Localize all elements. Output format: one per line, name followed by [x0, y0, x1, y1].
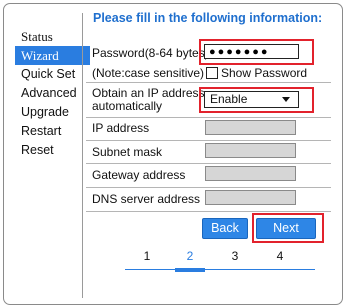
- pager-active-indicator: [175, 268, 205, 272]
- dhcp-label-line1: Obtain an IP address: [92, 86, 205, 100]
- show-password-label: Show Password: [221, 66, 308, 80]
- sidebar-item-wizard[interactable]: Wizard: [15, 46, 90, 65]
- next-button[interactable]: Next: [256, 218, 316, 239]
- chevron-down-icon: [282, 97, 290, 102]
- row-divider: [86, 117, 331, 118]
- row-divider: [86, 211, 331, 212]
- show-password-checkbox[interactable]: Show Password: [206, 66, 307, 80]
- pager-step-2[interactable]: 2: [180, 249, 200, 263]
- sidebar-divider: [82, 13, 83, 298]
- sidebar-item-upgrade[interactable]: Upgrade: [15, 103, 90, 122]
- dns-input[interactable]: [205, 190, 296, 205]
- back-button[interactable]: Back: [202, 218, 248, 239]
- sidebar-item-status[interactable]: Status: [15, 27, 90, 46]
- sidebar-item-quick-set[interactable]: Quick Set: [15, 65, 90, 84]
- step-pager: 1 2 3 4: [125, 249, 315, 274]
- gateway-label: Gateway address: [92, 168, 186, 182]
- sidebar-item-reset[interactable]: Reset: [15, 141, 90, 160]
- dhcp-selected-value: Enable: [210, 92, 248, 106]
- dhcp-select[interactable]: Enable: [204, 91, 299, 108]
- form-heading: Please fill in the following information…: [93, 11, 323, 25]
- checkbox-box[interactable]: [206, 67, 218, 79]
- subnet-mask-input[interactable]: [205, 143, 296, 158]
- pager-track: [125, 269, 315, 270]
- row-divider: [86, 82, 331, 83]
- pager-step-4[interactable]: 4: [270, 249, 290, 263]
- pager-step-1[interactable]: 1: [137, 249, 157, 263]
- subnet-mask-label: Subnet mask: [92, 145, 163, 159]
- password-input[interactable]: ●●●●●●●: [204, 44, 299, 59]
- password-label: Password(8-64 bytes): [92, 46, 209, 60]
- password-note: (Note:case sensitive): [92, 66, 205, 80]
- sidebar-nav: Status Wizard Quick Set Advanced Upgrade…: [15, 27, 90, 160]
- sidebar-item-advanced[interactable]: Advanced: [15, 84, 90, 103]
- gateway-input[interactable]: [205, 166, 296, 181]
- dhcp-label-line2: automatically: [92, 99, 163, 113]
- ip-address-input[interactable]: [205, 120, 296, 135]
- row-divider: [86, 187, 331, 188]
- sidebar-item-restart[interactable]: Restart: [15, 122, 90, 141]
- pager-step-3[interactable]: 3: [225, 249, 245, 263]
- password-masked-value: ●●●●●●●: [209, 45, 270, 58]
- ip-address-label: IP address: [92, 121, 150, 135]
- row-divider: [86, 140, 331, 141]
- dns-label: DNS server address: [92, 192, 201, 206]
- row-divider: [86, 163, 331, 164]
